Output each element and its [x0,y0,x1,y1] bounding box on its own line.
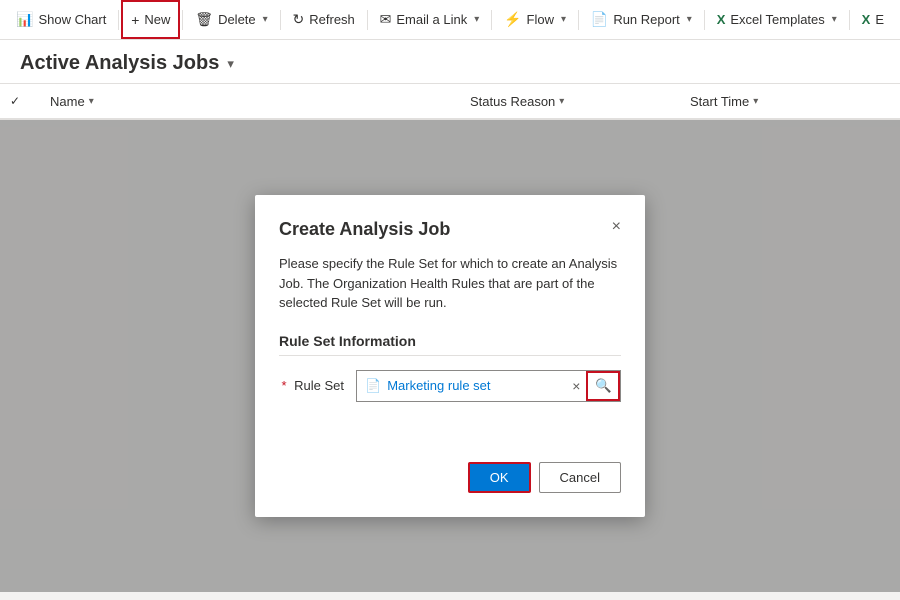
new-label: New [144,12,170,27]
checkmark-icon: ✓ [10,94,20,108]
delete-icon: 🗑 [195,11,213,28]
flow-icon: ⚡ [504,11,521,28]
excel-export-icon: X [862,12,871,27]
excel-export-button[interactable]: X E [852,0,894,39]
run-report-label: Run Report [613,12,679,27]
chart-icon: 📊 [16,11,33,28]
rule-set-label: * Rule Set [279,378,344,393]
name-sort-icon: ▾ [89,96,94,107]
rule-set-value-icon: 📄 [365,378,381,394]
separator-8 [849,10,850,30]
dialog-close-button[interactable]: × [612,219,621,235]
plus-icon: + [131,12,139,28]
field-label-text: Rule Set [294,378,344,393]
page-title: Active Analysis Jobs [20,52,219,75]
separator-6 [578,10,579,30]
refresh-button[interactable]: ↻ Refresh [283,0,365,39]
search-icon: 🔍 [595,378,612,394]
flow-dropdown-icon: ▾ [561,14,566,25]
separator-1 [118,10,119,30]
column-headers: ✓ Name ▾ Status Reason ▾ Start Time ▾ [0,84,900,120]
separator-4 [367,10,368,30]
name-column-label: Name [50,94,85,109]
excel-templates-label: Excel Templates [730,12,824,27]
ok-button[interactable]: OK [468,462,531,493]
separator-5 [491,10,492,30]
toolbar: 📊 Show Chart + New 🗑 Delete ▾ ↻ Refresh … [0,0,900,40]
separator-7 [704,10,705,30]
rule-set-field: * Rule Set 📄 Marketing rule set × 🔍 [279,370,621,402]
create-analysis-job-dialog: Create Analysis Job × Please specify the… [255,195,645,517]
dialog-header: Create Analysis Job × [279,219,621,240]
dialog-section-title: Rule Set Information [279,333,621,356]
rule-set-value-text: Marketing rule set [387,378,490,393]
run-report-dropdown-icon: ▾ [687,14,692,25]
modal-overlay: Create Analysis Job × Please specify the… [0,120,900,592]
excel-export-label: E [875,12,884,27]
dialog-footer: OK Cancel [279,462,621,493]
new-button[interactable]: + New [121,0,180,39]
dialog-title: Create Analysis Job [279,219,450,240]
email-icon: ✉ [380,11,392,28]
report-icon: 📄 [591,11,608,28]
separator-2 [182,10,183,30]
separator-3 [280,10,281,30]
dialog-description: Please specify the Rule Set for which to… [279,254,621,313]
required-marker: * [281,378,286,393]
start-sort-icon: ▾ [753,96,758,107]
email-link-label: Email a Link [396,12,467,27]
excel-templates-button[interactable]: X Excel Templates ▾ [707,0,847,39]
name-column-header[interactable]: Name ▾ [50,94,470,109]
delete-dropdown-icon: ▾ [263,14,268,25]
page-header: Active Analysis Jobs ▾ [0,40,900,84]
delete-label: Delete [218,12,256,27]
run-report-button[interactable]: 📄 Run Report ▾ [581,0,702,39]
delete-button[interactable]: 🗑 Delete ▾ [185,0,277,39]
start-time-column-header[interactable]: Start Time ▾ [690,94,890,109]
flow-label: Flow [527,12,554,27]
email-link-button[interactable]: ✉ Email a Link ▾ [370,0,490,39]
email-dropdown-icon: ▾ [474,14,479,25]
refresh-icon: ↻ [293,11,305,28]
page-title-dropdown-icon[interactable]: ▾ [227,56,234,72]
status-sort-icon: ▾ [559,96,564,107]
status-column-label: Status Reason [470,94,555,109]
flow-button[interactable]: ⚡ Flow ▾ [494,0,576,39]
rule-set-search-button[interactable]: 🔍 [586,371,620,401]
excel-dropdown-icon: ▾ [832,14,837,25]
rule-set-input-container: 📄 Marketing rule set × 🔍 [356,370,621,402]
cancel-button[interactable]: Cancel [539,462,621,493]
excel-icon: X [717,12,726,27]
show-chart-button[interactable]: 📊 Show Chart [6,0,116,39]
check-column: ✓ [10,94,50,108]
start-time-column-label: Start Time [690,94,749,109]
show-chart-label: Show Chart [38,12,106,27]
refresh-label: Refresh [309,12,355,27]
rule-set-clear-button[interactable]: × [566,378,586,394]
rule-set-value[interactable]: 📄 Marketing rule set [357,378,566,394]
status-column-header[interactable]: Status Reason ▾ [470,94,690,109]
main-content: Create Analysis Job × Please specify the… [0,120,900,592]
